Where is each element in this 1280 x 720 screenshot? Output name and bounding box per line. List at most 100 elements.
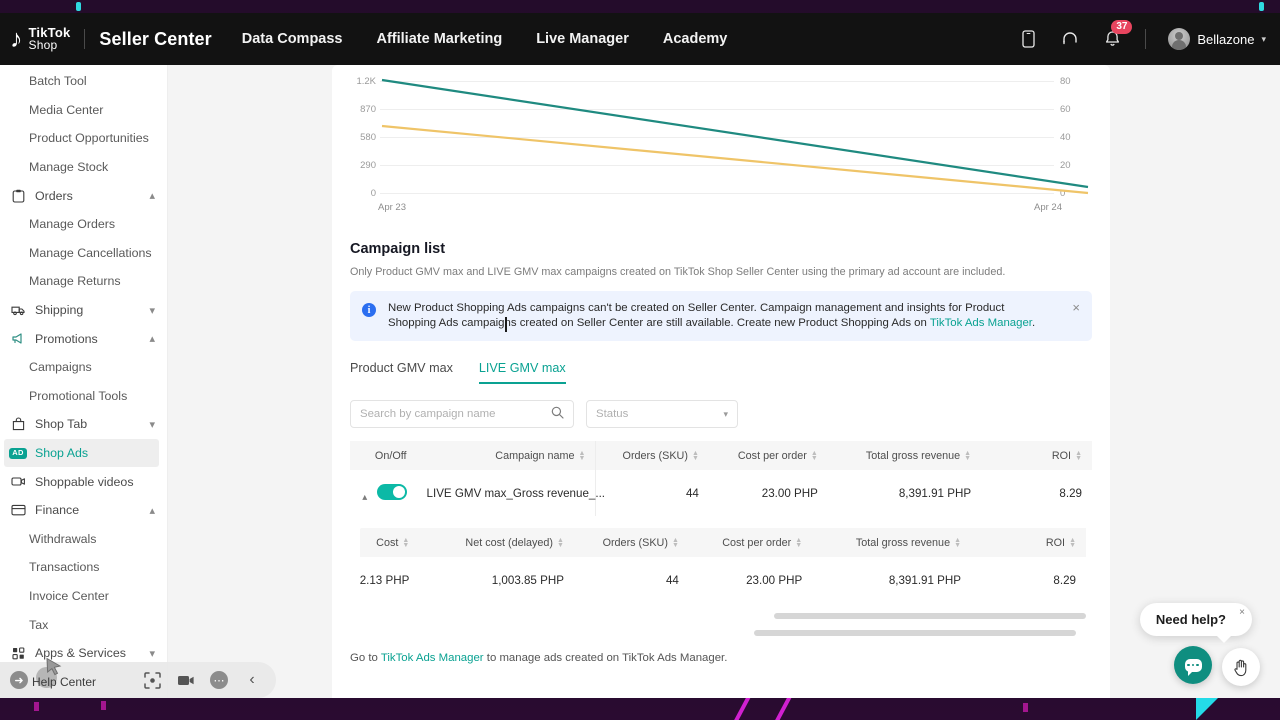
tab-product-gmv-max[interactable]: Product GMV max [350,361,453,384]
sort-icon[interactable]: ▲▼ [1069,538,1076,548]
sort-icon[interactable]: ▲▼ [964,451,971,461]
column-header-roi-detail[interactable]: ROI▲▼ [971,528,1086,557]
sidebar-item-product-opportunities[interactable]: Product Opportunities [0,124,167,153]
wallpaper-accent [725,696,750,720]
sidebar-item-manage-returns[interactable]: Manage Returns [0,267,167,296]
column-header-cost[interactable]: Cost▲▼ [360,528,419,557]
sidebar-item-withdrawals[interactable]: Withdrawals [0,525,167,554]
sidebar-item-manage-orders[interactable]: Manage Orders [0,210,167,239]
inner-horizontal-scrollbar[interactable] [774,613,1086,619]
wallpaper-accent [766,696,791,720]
sort-icon[interactable]: ▲▼ [579,451,586,461]
tiktok-shop-logo[interactable]: ♪ TikTok Shop [10,27,70,52]
bag-icon [10,416,26,432]
column-header-campaign-name[interactable]: Campaign name▲▼ [417,441,596,470]
user-menu[interactable]: Bellazone ▾ [1168,28,1266,50]
chat-support-button[interactable] [1174,646,1212,684]
screenshot-icon[interactable] [142,670,162,690]
sidebar-item-invoice-center[interactable]: Invoice Center [0,582,167,611]
nav-link-academy[interactable]: Academy [663,31,727,47]
sidebar-item-manage-stock[interactable]: Manage Stock [0,153,167,182]
footer-ads-manager-link[interactable]: TikTok Ads Manager [381,652,484,664]
footer-note: Go to TikTok Ads Manager to manage ads c… [350,652,1092,664]
campaign-on-off-toggle[interactable] [377,484,407,500]
cell-roi: 8.29 [981,470,1092,516]
close-icon[interactable]: × [1072,300,1080,315]
cell-campaign-name: LIVE GMV max_Gross revenue_... [417,470,596,516]
mobile-icon[interactable] [1017,28,1039,50]
sidebar-item-shop-tab[interactable]: Shop Tab ▾ [0,410,167,439]
column-header-cost-per-order[interactable]: Cost per order▲▼ [709,441,828,470]
logo-line-2: Shop [29,39,71,51]
sidebar-item-campaigns[interactable]: Campaigns [0,353,167,382]
sort-icon[interactable]: ▲▼ [811,451,818,461]
sidebar-item-label: Transactions [29,560,99,574]
sidebar-item-promotions[interactable]: Promotions ▴ [0,324,167,353]
sort-icon[interactable]: ▲▼ [1075,451,1082,461]
banner-ads-manager-link[interactable]: TikTok Ads Manager [930,317,1032,329]
collapse-left-icon[interactable]: ‹ [242,670,262,690]
sidebar-item-tax[interactable]: Tax [0,610,167,639]
nav-link-data-compass[interactable]: Data Compass [242,31,343,47]
sidebar-item-promotional-tools[interactable]: Promotional Tools [0,382,167,411]
headset-icon[interactable] [1059,28,1081,50]
music-note-icon: ♪ [10,27,23,52]
cursor-icon[interactable]: ➜ [10,671,28,689]
column-header-total-gross-revenue-detail[interactable]: Total gross revenue▲▼ [812,528,971,557]
sidebar-item-shipping[interactable]: Shipping ▾ [0,296,167,325]
sidebar-item-label: Withdrawals [29,532,96,546]
column-label: Orders (SKU) [623,450,688,462]
sort-icon[interactable]: ▲▼ [402,538,409,548]
more-dots-icon[interactable]: ⋯ [210,671,228,689]
sidebar-item-label: Tax [29,618,48,632]
sidebar-item-label: Promotional Tools [29,389,127,403]
banner-text: New Product Shopping Ads campaigns can't… [388,301,1050,330]
sidebar-item-finance[interactable]: Finance ▴ [0,496,167,525]
cell-cost: 2.13 PHP [360,557,419,603]
page-title: Campaign list [350,241,1092,257]
sort-icon[interactable]: ▲▼ [672,538,679,548]
need-help-tooltip: Need help? × [1140,603,1252,636]
sidebar-item-manage-cancellations[interactable]: Manage Cancellations [0,239,167,268]
chevron-up-icon[interactable]: ▴ [362,492,367,503]
search-input[interactable]: Search by campaign name [350,400,574,428]
banner-text-part2: . [1032,317,1035,329]
column-header-roi[interactable]: ROI▲▼ [981,441,1092,470]
sort-icon[interactable]: ▲▼ [954,538,961,548]
sidebar-item-label: Manage Orders [29,217,115,231]
sidebar-item-transactions[interactable]: Transactions [0,553,167,582]
sidebar-item-orders[interactable]: Orders ▴ [0,181,167,210]
tab-live-gmv-max[interactable]: LIVE GMV max [479,361,566,384]
column-header-total-gross-revenue[interactable]: Total gross revenue▲▼ [828,441,981,470]
column-header-orders[interactable]: Orders (SKU) ▲▼ [596,441,709,470]
sidebar-item-shop-ads[interactable]: AD Shop Ads [4,439,159,468]
chart-x-tick: Apr 23 [378,202,406,213]
need-help-label: Need help? [1156,612,1226,627]
nav-link-live-manager[interactable]: Live Manager [536,31,629,47]
filter-row: Search by campaign name Status ▾ [350,400,1092,428]
search-icon[interactable] [551,406,564,422]
sort-icon[interactable]: ▲▼ [795,538,802,548]
hand-cursor-button[interactable] [1222,648,1260,686]
sidebar-item-media-center[interactable]: Media Center [0,96,167,125]
sort-icon[interactable]: ▲▼ [557,538,564,548]
sidebar-item-batch-tool[interactable]: Batch Tool [0,67,167,96]
footer-prefix: Go to [350,652,381,664]
text-cursor [505,317,507,332]
column-header-cost-per-order-detail[interactable]: Cost per order▲▼ [689,528,812,557]
sidebar-item-shoppable-videos[interactable]: Shoppable videos [0,467,167,496]
nav-link-affiliate-marketing[interactable]: Affiliate Marketing [377,31,503,47]
close-icon[interactable]: × [1239,607,1245,618]
wallpaper-accent [34,702,39,711]
sort-icon[interactable]: ▲▼ [692,451,699,461]
status-select[interactable]: Status ▾ [586,400,738,428]
column-header-orders-detail[interactable]: Orders (SKU)▲▼ [574,528,689,557]
bell-icon[interactable]: 37 [1101,28,1123,50]
column-header-net-cost-delayed[interactable]: Net cost (delayed)▲▼ [419,528,574,557]
table-row[interactable]: ▴ LIVE GMV max_Gross revenue_... 44 23.0… [350,470,1092,516]
chevron-down-icon: ▾ [149,418,155,431]
table-horizontal-scrollbar[interactable] [754,630,1076,636]
chart-series-yellow [382,126,1088,193]
video-camera-icon[interactable] [176,670,196,690]
seller-center-title[interactable]: Seller Center [99,29,211,50]
